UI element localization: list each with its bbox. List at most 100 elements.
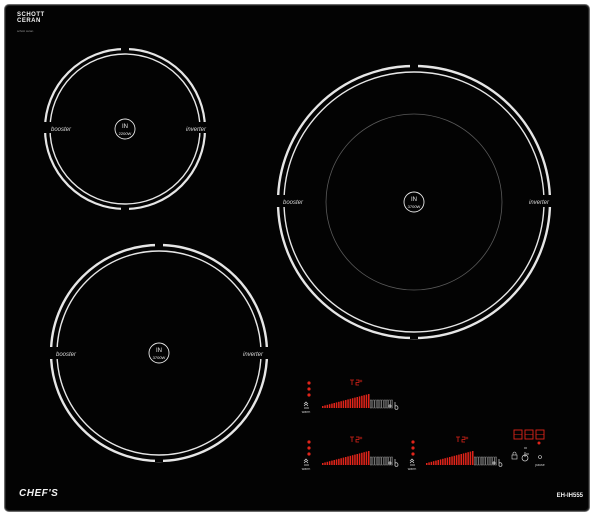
power-level-bar bbox=[347, 456, 349, 465]
power-level-bar bbox=[324, 462, 326, 465]
inverter-label: inverter bbox=[186, 127, 207, 133]
cooktop-graphics: booster inverter IN 2200W booster invert… bbox=[42, 47, 559, 471]
power-level-bar bbox=[469, 451, 472, 465]
pause-button[interactable]: pause bbox=[535, 455, 545, 468]
timer-digits bbox=[350, 379, 360, 386]
cooking-zone-top-left[interactable]: booster inverter IN 2200W bbox=[42, 47, 217, 211]
timer-dot bbox=[359, 436, 363, 440]
power-level-bars bbox=[322, 451, 393, 466]
power-level-bar bbox=[331, 403, 333, 408]
boost-icon[interactable] bbox=[498, 459, 503, 467]
power-level-bar bbox=[453, 455, 456, 465]
warm-icon bbox=[409, 458, 415, 466]
power-level-bar bbox=[349, 455, 352, 465]
keep-warm-button[interactable]: warm bbox=[302, 458, 311, 471]
power-level-bar bbox=[370, 456, 372, 466]
power-level-bar bbox=[361, 395, 363, 408]
timer-display bbox=[456, 436, 469, 443]
indicator-led bbox=[307, 393, 311, 397]
indicator-led bbox=[307, 381, 311, 385]
main-control-panel: pause bbox=[511, 429, 545, 468]
power-level-bar bbox=[358, 453, 361, 465]
power-level-bar bbox=[442, 458, 444, 465]
chefs-brand-logo: CHEF'S bbox=[19, 488, 59, 499]
indicator-led bbox=[307, 446, 311, 450]
power-level-bar bbox=[361, 452, 363, 465]
power-level-bar bbox=[472, 451, 474, 465]
induction-badge-title: IN bbox=[156, 348, 162, 354]
power-level-bar bbox=[437, 460, 439, 465]
ring-gap bbox=[121, 47, 129, 51]
power-level-bar bbox=[487, 456, 490, 466]
pause-icon bbox=[538, 455, 542, 459]
indicator-led bbox=[307, 440, 311, 444]
power-level-bar bbox=[335, 459, 338, 465]
power-level-bar bbox=[478, 456, 481, 466]
power-button[interactable] bbox=[521, 454, 529, 462]
power-level-bar bbox=[446, 457, 449, 465]
power-slider[interactable] bbox=[322, 451, 399, 467]
power-level-bar bbox=[328, 404, 331, 408]
power-level-bar bbox=[494, 456, 497, 466]
lock-icon[interactable] bbox=[511, 454, 518, 460]
warm-icon bbox=[303, 401, 309, 409]
indicator-led bbox=[307, 452, 311, 456]
power-level-bar bbox=[439, 459, 442, 465]
induction-badge-power: 2200W bbox=[119, 131, 132, 136]
power-level-bar bbox=[432, 461, 435, 465]
power-level-bar bbox=[381, 456, 384, 466]
keep-warm-button[interactable]: warm bbox=[302, 401, 311, 414]
timer-digits bbox=[456, 436, 466, 443]
power-level-bar bbox=[342, 457, 345, 465]
power-level-bar bbox=[333, 403, 335, 408]
power-slider[interactable] bbox=[322, 394, 399, 410]
power-level-bar bbox=[374, 399, 377, 409]
power-level-bar bbox=[390, 456, 393, 466]
induction-badge-power: 3700W bbox=[153, 355, 166, 360]
inverter-label: inverter bbox=[529, 200, 550, 206]
power-level-bar bbox=[365, 394, 368, 408]
ring-gap bbox=[410, 64, 418, 68]
power-level-bar bbox=[390, 399, 393, 409]
indicator-led bbox=[411, 440, 415, 444]
timer-dot bbox=[465, 436, 469, 440]
power-level-bar bbox=[322, 406, 324, 408]
zone-control-top-left: warm bbox=[408, 436, 503, 471]
power-level-bar bbox=[426, 463, 428, 465]
indicator-led bbox=[307, 387, 311, 391]
induction-badge-title: IN bbox=[122, 124, 128, 130]
power-level-bar bbox=[322, 463, 324, 465]
power-level-bar bbox=[345, 457, 347, 465]
power-level-bar bbox=[386, 456, 389, 466]
power-level-bar bbox=[368, 394, 370, 408]
warm-label: warm bbox=[408, 467, 417, 471]
power-level-bar bbox=[474, 456, 476, 466]
power-slider[interactable] bbox=[426, 451, 503, 467]
power-level-bar bbox=[340, 401, 342, 408]
warm-label: warm bbox=[302, 467, 311, 471]
power-level-bar bbox=[365, 451, 368, 465]
pause-label: pause bbox=[535, 463, 545, 467]
power-level-bar bbox=[351, 398, 354, 408]
power-level-bar bbox=[372, 456, 375, 466]
power-level-bar bbox=[356, 397, 358, 408]
warm-icon bbox=[303, 458, 309, 466]
power-level-bar bbox=[324, 405, 326, 408]
power-level-bar bbox=[485, 456, 488, 466]
main-timer-display bbox=[513, 429, 545, 440]
zone-control-right: warm bbox=[302, 379, 399, 414]
power-level-bar bbox=[326, 404, 329, 408]
power-level-bar bbox=[370, 399, 372, 409]
boost-icon[interactable] bbox=[394, 459, 399, 467]
power-level-bar bbox=[377, 456, 379, 466]
power-level-bar bbox=[435, 460, 437, 465]
keep-warm-button[interactable]: warm bbox=[408, 458, 417, 471]
power-level-bar bbox=[377, 399, 379, 409]
power-level-bar bbox=[338, 458, 340, 465]
power-level-bar bbox=[354, 454, 356, 465]
ring-gap bbox=[410, 335, 418, 339]
power-level-bar bbox=[379, 399, 382, 409]
boost-icon[interactable] bbox=[394, 402, 399, 410]
cooking-zone-bottom-left[interactable]: booster inverter IN 3700W bbox=[46, 243, 274, 463]
cooking-zone-right[interactable]: booster inverter IN 3700W bbox=[273, 64, 559, 340]
